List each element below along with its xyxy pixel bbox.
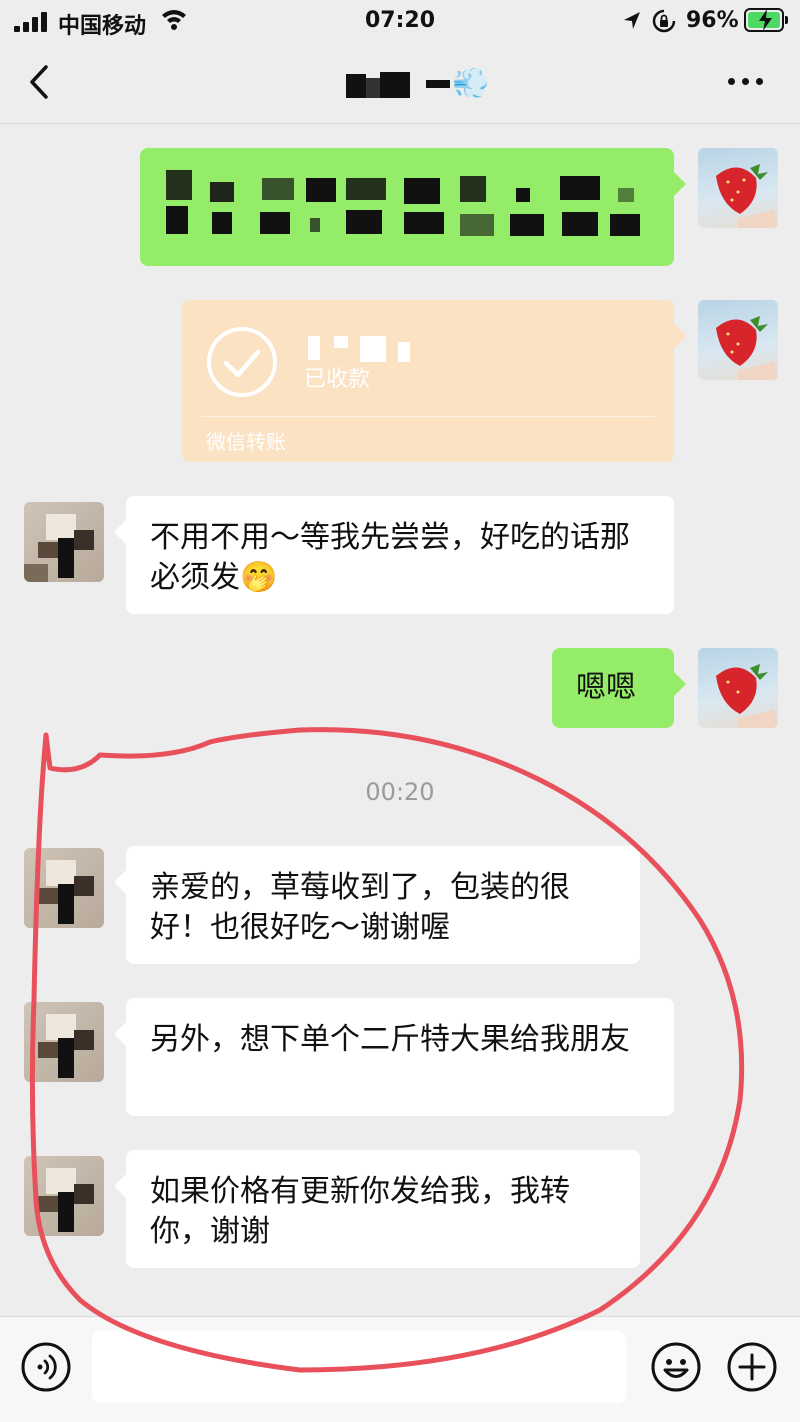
plus-icon[interactable]	[726, 1341, 778, 1393]
dash-emoji: 💨	[452, 66, 490, 101]
battery-percent: 96%	[686, 8, 739, 33]
more-icon[interactable]	[726, 78, 766, 88]
peer-avatar[interactable]	[24, 848, 104, 928]
transfer-amount-redacted	[308, 332, 418, 362]
chat-header: 💨	[0, 44, 800, 124]
self-avatar[interactable]	[698, 148, 778, 228]
message-bubble[interactable]: 亲爱的，草莓收到了，包装的很好！也很好吃～谢谢喔	[114, 846, 640, 964]
orientation-lock-icon	[652, 9, 676, 33]
location-icon	[624, 12, 640, 29]
redacted-message-bubble[interactable]	[140, 148, 686, 266]
message-text: 如果价格有更新你发给我，我转你，谢谢	[150, 1174, 570, 1249]
transfer-status: 已收款	[304, 367, 371, 392]
input-bar	[0, 1316, 800, 1422]
peer-avatar[interactable]	[24, 1156, 104, 1236]
strawberry-icon	[716, 164, 778, 228]
message-text: 嗯嗯	[576, 670, 636, 705]
received-check-icon	[207, 327, 277, 397]
emoji-icon[interactable]	[650, 1341, 702, 1393]
peer-avatar[interactable]	[24, 1002, 104, 1082]
message-bubble[interactable]: 如果价格有更新你发给我，我转你，谢谢	[114, 1150, 640, 1268]
transfer-label: 微信转账	[206, 430, 286, 454]
contact-name-redacted: 💨	[346, 64, 496, 104]
strawberry-icon	[716, 316, 778, 380]
self-avatar[interactable]	[698, 648, 778, 728]
self-avatar[interactable]	[698, 300, 778, 380]
message-text: 另外，想下单个二斤特大果给我朋友	[150, 1022, 630, 1057]
chat-timestamp: 00:20	[365, 778, 435, 806]
message-text: 亲爱的，草莓收到了，包装的很好！也很好吃～谢谢喔	[150, 870, 570, 945]
message-bubble[interactable]: 另外，想下单个二斤特大果给我朋友	[114, 998, 674, 1116]
peer-avatar[interactable]	[24, 502, 104, 582]
battery-charging-icon	[744, 8, 788, 32]
message-text: 不用不用～等我先尝尝，好吃的话那必须发🤭	[150, 520, 630, 595]
voice-icon[interactable]	[20, 1341, 72, 1393]
wechat-transfer-card[interactable]: 已收款 微信转账	[182, 300, 686, 462]
strawberry-icon	[716, 664, 778, 728]
message-input[interactable]	[92, 1331, 626, 1403]
message-bubble[interactable]: 不用不用～等我先尝尝，好吃的话那必须发🤭	[114, 496, 674, 614]
status-bar: 中国移动 07:20 96%	[0, 0, 800, 44]
divider	[202, 416, 654, 417]
back-icon[interactable]	[26, 64, 54, 100]
message-bubble[interactable]: 嗯嗯	[552, 648, 686, 728]
clock: 07:20	[364, 8, 436, 33]
